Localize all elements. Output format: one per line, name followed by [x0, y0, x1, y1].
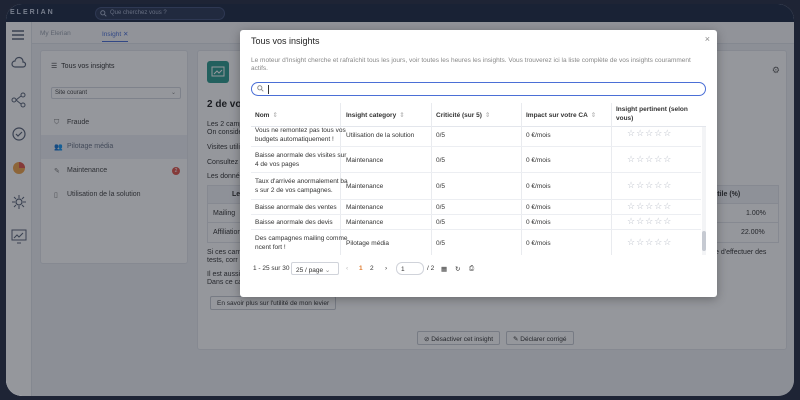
prev-page-icon[interactable]: ‹	[346, 265, 348, 272]
cell-criticite: 0/5	[436, 132, 446, 139]
cell-category: Pilotage média	[346, 240, 389, 247]
table-row[interactable]: Taux d'arrivée anormalement ba s sur 2 de…	[251, 173, 701, 200]
text-caret	[268, 85, 269, 94]
page-size-value: 25 / page	[296, 267, 324, 274]
cell-criticite: 0/5	[436, 240, 446, 247]
insights-modal: Tous vos insights × Le moteur d'Insight …	[240, 30, 717, 297]
page-size-select[interactable]: 25 / page ⌄	[291, 262, 339, 275]
pagination-range: 1 - 25 sur 30	[253, 265, 290, 272]
column-header-label: Nom	[255, 112, 270, 119]
column-header-nom[interactable]: Nom ⇕	[255, 111, 278, 119]
cell-name: Baisse anormale des devis	[255, 219, 333, 226]
sort-icon: ⇕	[484, 112, 491, 119]
cell-impact: 0 €/mois	[526, 240, 551, 247]
column-header-pertinent: Insight pertinent (selon vous)	[616, 106, 688, 122]
cell-name-line: budgets automatiquement !	[255, 136, 334, 143]
cell-name-line: ncent fort !	[255, 244, 286, 251]
cell-name-line: 4 de vos pages	[255, 161, 300, 168]
cell-name-line: s sur 2 de vos campagnes.	[255, 187, 333, 194]
cell-name-line: Baisse anormale des visites sur	[255, 152, 347, 159]
cell-category: Maintenance	[346, 183, 384, 190]
print-icon[interactable]: ⎙	[469, 265, 474, 273]
cell-impact: 0 €/mois	[526, 219, 551, 226]
column-header-category[interactable]: Insight category ⇕	[346, 111, 405, 119]
cell-name: Baisse anormale des ventes	[255, 204, 337, 211]
table-row[interactable]: Des campagnes mailing comme ncent fort ! …	[251, 230, 701, 255]
cell-name-line: Taux d'arrivée anormalement ba	[255, 178, 348, 185]
page-total: / 2	[427, 265, 435, 272]
calendar-icon[interactable]: ▦	[441, 265, 447, 273]
cell-name: Baisse anormale des visites sur 4 de vos …	[255, 151, 346, 169]
modal-description: Le moteur d'Insight cherche et rafraîchi…	[251, 57, 691, 72]
table-header: Nom ⇕ Insight category ⇕ Criticité (sur 5)…	[251, 103, 706, 127]
cell-name-line: Vous ne remontez pas tous vos	[255, 127, 346, 134]
sort-icon: ⇕	[272, 112, 278, 119]
cell-impact: 0 €/mois	[526, 157, 551, 164]
scrollbar-thumb[interactable]	[702, 231, 706, 251]
cell-impact: 0 €/mois	[526, 183, 551, 190]
insight-search-input[interactable]	[251, 82, 706, 96]
cell-criticite: 0/5	[436, 157, 446, 164]
rating-stars[interactable]: ☆☆☆☆☆	[627, 128, 672, 139]
cell-name-line: Des campagnes mailing comme	[255, 235, 348, 242]
close-icon[interactable]: ×	[705, 34, 710, 44]
sort-icon: ⇕	[590, 112, 597, 119]
cell-category: Maintenance	[346, 204, 384, 211]
cell-category: Maintenance	[346, 157, 384, 164]
table-row[interactable]: Baisse anormale des visites sur 4 de vos …	[251, 147, 701, 173]
modal-title: Tous vos insights	[251, 36, 320, 46]
cell-criticite: 0/5	[436, 204, 446, 211]
rating-stars[interactable]: ☆☆☆☆☆	[627, 154, 672, 165]
table-row[interactable]: Baisse anormale des ventes Maintenance 0…	[251, 200, 701, 215]
cell-impact: 0 €/mois	[526, 204, 551, 211]
column-header-impact[interactable]: Impact sur votre CA ⇕	[526, 111, 596, 119]
cell-name: Taux d'arrivée anormalement ba s sur 2 de…	[255, 177, 348, 195]
chevron-down-icon: ⌄	[324, 267, 331, 274]
table-scrollbar[interactable]	[702, 127, 706, 255]
sort-icon: ⇕	[399, 112, 405, 119]
search-icon	[257, 85, 264, 94]
cell-impact: 0 €/mois	[526, 132, 551, 139]
column-header-criticite[interactable]: Criticité (sur 5) ⇕	[436, 111, 490, 119]
table-body: Vous ne remontez pas tous vos budgets aut…	[251, 127, 706, 255]
cell-criticite: 0/5	[436, 183, 446, 190]
rating-stars[interactable]: ☆☆☆☆☆	[627, 216, 672, 227]
column-header-label: Criticité (sur 5)	[436, 112, 482, 119]
table-row[interactable]: Baisse anormale des devis Maintenance 0/…	[251, 215, 701, 230]
pagination: 1 - 25 sur 30 25 / page ⌄ ‹ 1 2 › 1 / 2 …	[251, 262, 706, 276]
page-2-link[interactable]: 2	[370, 265, 374, 272]
cell-category: Utilisation de la solution	[346, 132, 415, 139]
column-header-label: Insight category	[346, 112, 397, 119]
cell-category: Maintenance	[346, 219, 384, 226]
cell-name: Des campagnes mailing comme ncent fort !	[255, 234, 347, 252]
app-frame: ELERIAN Que cherchez vous ? My Elerian I…	[6, 4, 794, 396]
page-1-link[interactable]: 1	[359, 265, 363, 272]
cell-criticite: 0/5	[436, 219, 446, 226]
table-row[interactable]: Vous ne remontez pas tous vos budgets aut…	[251, 127, 701, 147]
rating-stars[interactable]: ☆☆☆☆☆	[627, 180, 672, 191]
refresh-icon[interactable]: ↻	[455, 265, 460, 273]
cell-name: Vous ne remontez pas tous vos budgets aut…	[255, 127, 346, 144]
page-number-input[interactable]: 1	[396, 262, 424, 275]
column-header-label: Impact sur votre CA	[526, 112, 588, 119]
rating-stars[interactable]: ☆☆☆☆☆	[627, 201, 672, 212]
rating-stars[interactable]: ☆☆☆☆☆	[627, 237, 672, 248]
next-page-icon[interactable]: ›	[385, 265, 387, 272]
